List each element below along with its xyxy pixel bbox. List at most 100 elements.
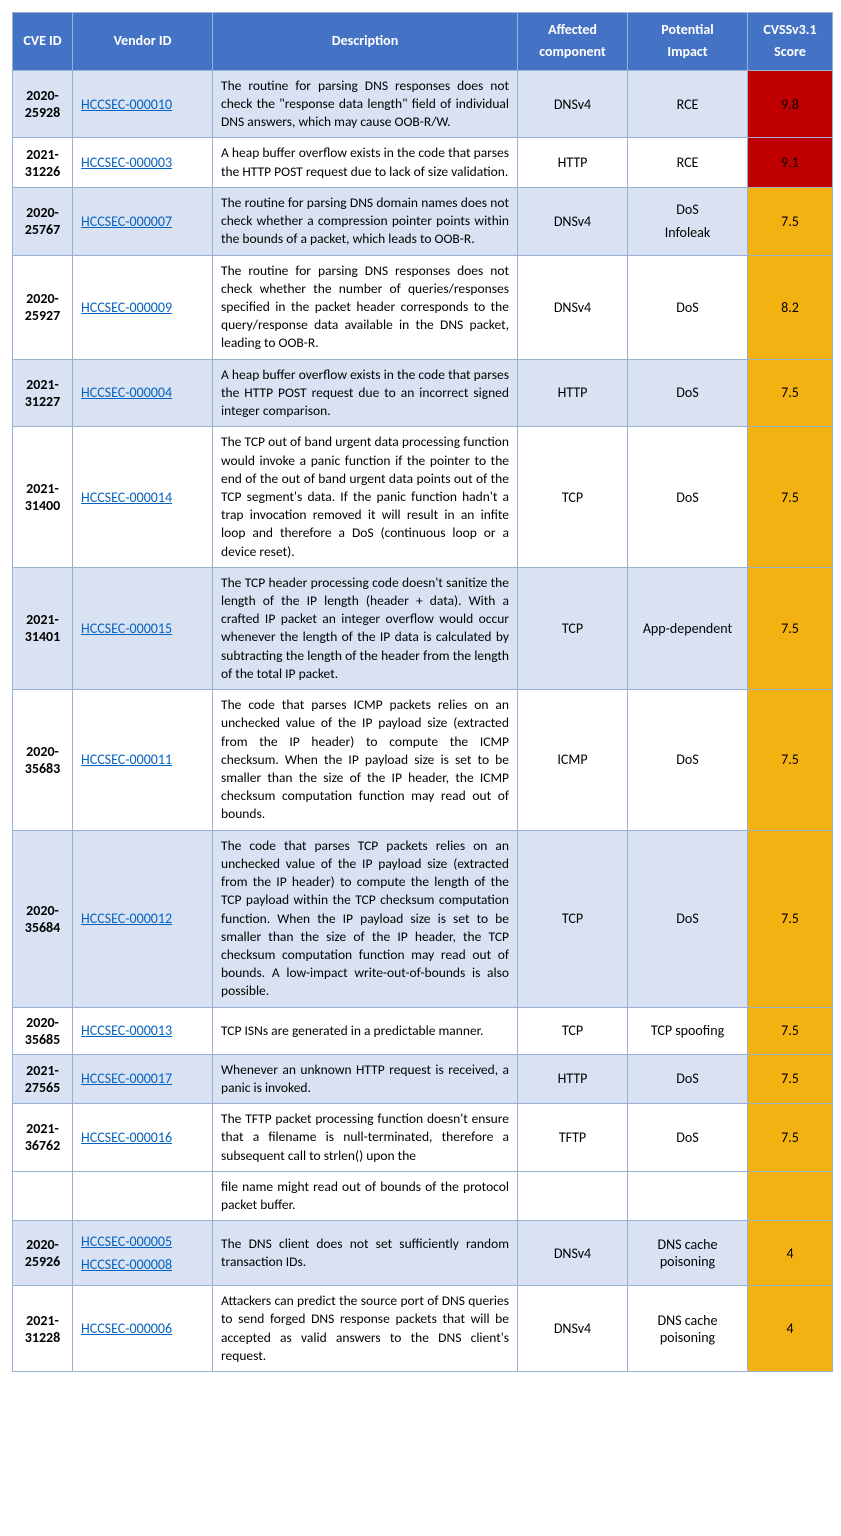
- table-row: 2021-27565 HCCSEC-000017 Whenever an unkno…: [13, 1054, 833, 1103]
- component: [518, 1171, 628, 1220]
- description: The code that parses TCP packets relies …: [213, 830, 518, 1007]
- vendor-link[interactable]: HCCSEC-000005: [81, 1233, 204, 1250]
- vendor-id: HCCSEC-000004: [73, 359, 213, 427]
- vendor-id: HCCSEC-000007: [73, 187, 213, 255]
- description: The TCP header processing code doesn't s…: [213, 567, 518, 689]
- impact: App-dependent: [628, 567, 748, 689]
- impact: DoSInfoleak: [628, 187, 748, 255]
- score: 4: [748, 1286, 833, 1372]
- impact: DoS: [628, 359, 748, 427]
- impact: DoS: [628, 1104, 748, 1172]
- description: A heap buffer overflow exists in the cod…: [213, 138, 518, 187]
- vendor-link[interactable]: HCCSEC-000013: [81, 1022, 204, 1039]
- impact: DoS: [628, 255, 748, 359]
- header-component: Affectedcomponent: [518, 13, 628, 71]
- component: DNSv4: [518, 255, 628, 359]
- vendor-link[interactable]: HCCSEC-000003: [81, 154, 204, 171]
- cve-id: 2020-35684: [13, 830, 73, 1007]
- impact: RCE: [628, 138, 748, 187]
- impact: [628, 1171, 748, 1220]
- component: HTTP: [518, 359, 628, 427]
- description: The routine for parsing DNS domain names…: [213, 187, 518, 255]
- component: ICMP: [518, 690, 628, 831]
- score: 7.5: [748, 187, 833, 255]
- score: 7.5: [748, 1054, 833, 1103]
- cve-id: 2021-31227: [13, 359, 73, 427]
- cve-id: 2020-25928: [13, 70, 73, 138]
- cve-id: 2020-25926: [13, 1221, 73, 1286]
- vendor-link[interactable]: HCCSEC-000012: [81, 910, 204, 927]
- vendor-link[interactable]: HCCSEC-000011: [81, 751, 204, 768]
- vendor-id: HCCSEC-000009: [73, 255, 213, 359]
- vendor-link[interactable]: HCCSEC-000009: [81, 299, 204, 316]
- description: Attackers can predict the source port of…: [213, 1286, 518, 1372]
- vendor-id: HCCSEC-000006: [73, 1286, 213, 1372]
- cve-id: 2021-31228: [13, 1286, 73, 1372]
- table-row: 2020-35683HCCSEC-000011The code that par…: [13, 690, 833, 831]
- score: 7.5: [748, 427, 833, 568]
- table-row: 2021-36762HCCSEC-000016The TFTP packet p…: [13, 1104, 833, 1172]
- impact: DNS cache poisoning: [628, 1286, 748, 1372]
- vendor-link[interactable]: HCCSEC-000010: [81, 96, 204, 113]
- score: 8.2: [748, 255, 833, 359]
- vendor-link[interactable]: HCCSEC-000006: [81, 1320, 204, 1337]
- cve-id: [13, 1171, 73, 1220]
- description: The routine for parsing DNS responses do…: [213, 255, 518, 359]
- header-score: CVSSv3.1Score: [748, 13, 833, 71]
- vendor-id: HCCSEC-000003: [73, 138, 213, 187]
- impact: DoS: [628, 1054, 748, 1103]
- score: 7.5: [748, 1104, 833, 1172]
- cve-id: 2021-31401: [13, 567, 73, 689]
- header-impact: PotentialImpact: [628, 13, 748, 71]
- description: The code that parses ICMP packets relies…: [213, 690, 518, 831]
- vendor-id: HCCSEC-000010: [73, 70, 213, 138]
- cve-id: 2021-27565: [13, 1054, 73, 1103]
- table-row: 2020-25927HCCSEC-000009The routine for p…: [13, 255, 833, 359]
- component: DNSv4: [518, 187, 628, 255]
- component: TFTP: [518, 1104, 628, 1172]
- table-row: 2021-31227 HCCSEC-000004 A heap buffer ove…: [13, 359, 833, 427]
- table-row: 2021-31400HCCSEC-000014The TCP out of ba…: [13, 427, 833, 568]
- score: 7.5: [748, 690, 833, 831]
- impact: DoS: [628, 830, 748, 1007]
- description: A heap buffer overflow exists in the cod…: [213, 359, 518, 427]
- impact: DoS: [628, 427, 748, 568]
- vendor-link[interactable]: HCCSEC-000016: [81, 1129, 204, 1146]
- component: DNSv4: [518, 1221, 628, 1286]
- vendor-link[interactable]: HCCSEC-000004: [81, 384, 204, 401]
- vendor-link[interactable]: HCCSEC-000015: [81, 620, 204, 637]
- vendor-link[interactable]: HCCSEC-000017: [81, 1070, 204, 1087]
- cve-id: 2021-36762: [13, 1104, 73, 1172]
- vendor-id: HCCSEC-000014: [73, 427, 213, 568]
- vendor-id: HCCSEC-000012: [73, 830, 213, 1007]
- impact: RCE: [628, 70, 748, 138]
- table-header: CVE ID Vendor ID Description Affectedcom…: [13, 13, 833, 71]
- description: Whenever an unknown HTTP request is rece…: [213, 1054, 518, 1103]
- component: HTTP: [518, 138, 628, 187]
- vendor-link[interactable]: HCCSEC-000014: [81, 489, 204, 506]
- vendor-id: HCCSEC-000013: [73, 1007, 213, 1054]
- component: DNSv4: [518, 70, 628, 138]
- table-row: 2020-25767HCCSEC-000007The routine for p…: [13, 187, 833, 255]
- score: 9.1: [748, 138, 833, 187]
- header-cve: CVE ID: [13, 13, 73, 71]
- header-desc: Description: [213, 13, 518, 71]
- vendor-link[interactable]: HCCSEC-000007: [81, 213, 204, 230]
- impact: DoS: [628, 690, 748, 831]
- score: 7.5: [748, 1007, 833, 1054]
- vendor-link[interactable]: HCCSEC-000008: [81, 1256, 204, 1273]
- vuln-table: CVE ID Vendor ID Description Affectedcom…: [12, 12, 833, 1372]
- score: [748, 1171, 833, 1220]
- component: DNSv4: [518, 1286, 628, 1372]
- score: 4: [748, 1221, 833, 1286]
- table-row: 2021-31401 HCCSEC-000015 The TCP header pr…: [13, 567, 833, 689]
- vendor-id: HCCSEC-000015: [73, 567, 213, 689]
- score: 7.5: [748, 359, 833, 427]
- header-vendor: Vendor ID: [73, 13, 213, 71]
- table-row: 2020-25928HCCSEC-000010The routine for p…: [13, 70, 833, 138]
- vendor-id: HCCSEC-000011: [73, 690, 213, 831]
- impact: TCP spoofing: [628, 1007, 748, 1054]
- score: 9.8: [748, 70, 833, 138]
- table-row: 2021-31226HCCSEC-000003A heap buffer ove…: [13, 138, 833, 187]
- vendor-id: HCCSEC-000017: [73, 1054, 213, 1103]
